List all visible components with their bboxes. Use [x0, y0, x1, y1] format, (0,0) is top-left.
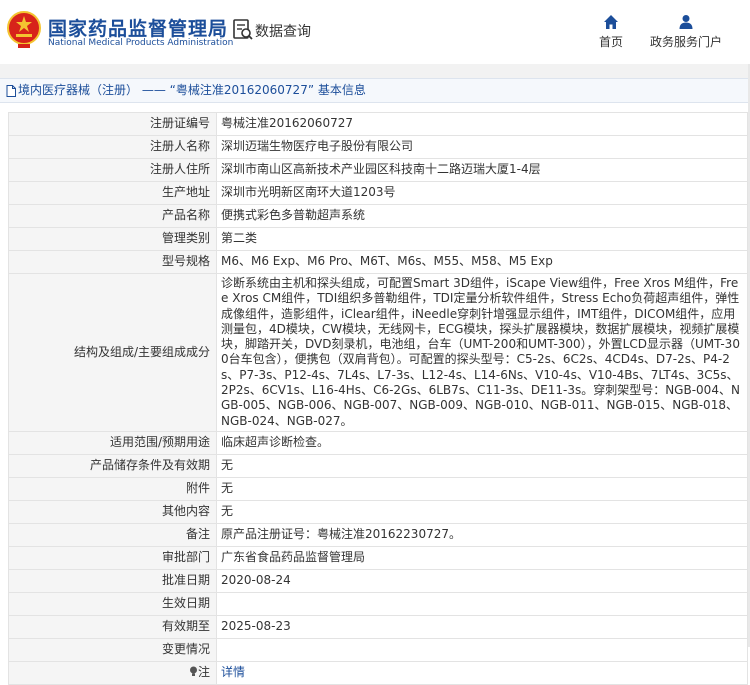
home-icon: [604, 15, 618, 29]
row-value: 便携式彩色多普勒超声系统: [216, 204, 748, 228]
data-query-icon[interactable]: [233, 19, 253, 41]
table-row: 注册人住所 深圳市南山区高新技术产业园区科技南十二路迈瑞大厦1-4层: [8, 158, 748, 182]
table-row: 注册人名称 深圳迈瑞生物医疗电子股份有限公司: [8, 135, 748, 159]
nav-services[interactable]: 政务服务门户: [648, 14, 724, 50]
row-value: 深圳市南山区高新技术产业园区科技南十二路迈瑞大厦1-4层: [216, 158, 748, 182]
user-icon: [679, 15, 693, 29]
row-value: M6、M6 Exp、M6 Pro、M6T、M6s、M55、M58、M5 Exp: [216, 250, 748, 274]
row-value: 临床超声诊断检查。: [216, 430, 748, 455]
row-label: 注册人住所: [8, 158, 217, 182]
row-value: 粤械注准20162060727: [216, 112, 748, 136]
row-value: 第二类: [216, 227, 748, 251]
header-divider: [0, 64, 750, 78]
row-value: 无: [216, 499, 748, 524]
row-value: 2025-08-23: [216, 614, 748, 639]
site-title: 国家药品监督管理局: [48, 18, 229, 40]
site-subtitle: National Medical Products Administration: [48, 38, 234, 48]
row-label: 附件: [8, 476, 217, 501]
row-value: 广东省食品药品监督管理局: [216, 545, 748, 570]
table-row: 有效期至 2025-08-23: [8, 614, 748, 639]
row-value: 深圳市光明新区南环大道1203号: [216, 181, 748, 205]
table-row: 结构及组成/主要组成成分 诊断系统由主机和探头组成，可配置Smart 3D组件，i…: [8, 273, 748, 432]
details-link[interactable]: 详情: [221, 665, 245, 679]
table-row: 批准日期 2020-08-24: [8, 568, 748, 593]
site-header: 国家药品监督管理局 National Medical Products Admi…: [0, 0, 750, 64]
table-row: 变更情况: [8, 637, 748, 662]
lightbulb-icon: [189, 666, 197, 677]
row-value: [216, 591, 748, 616]
nav-home[interactable]: 首页: [596, 14, 626, 50]
row-label: 生产地址: [8, 181, 217, 205]
row-label: 结构及组成/主要组成成分: [8, 273, 217, 432]
row-value: 诊断系统由主机和探头组成，可配置Smart 3D组件，iScape View组件…: [216, 273, 748, 432]
row-label: 产品名称: [8, 204, 217, 228]
row-label: 适用范围/预期用途: [8, 430, 217, 455]
row-label: 产品储存条件及有效期: [8, 453, 217, 478]
note-value: 详情: [216, 660, 748, 685]
row-value: 深圳迈瑞生物医疗电子股份有限公司: [216, 135, 748, 159]
nav-home-label: 首页: [598, 35, 623, 49]
national-emblem-icon: [7, 11, 41, 48]
table-row: 生产地址 深圳市光明新区南环大道1203号: [8, 181, 748, 205]
row-label: 型号规格: [8, 250, 217, 274]
note-label-text: 注: [197, 665, 210, 680]
row-label: 管理类别: [8, 227, 217, 251]
table-row: 管理类别 第二类: [8, 227, 748, 251]
document-icon: [6, 84, 16, 97]
row-label: 生效日期: [8, 591, 217, 616]
row-value: 原产品注册证号：粤械注准20162230727。: [216, 522, 748, 547]
row-label: 其他内容: [8, 499, 217, 524]
row-value: [216, 637, 748, 662]
row-label: 变更情况: [8, 637, 217, 662]
table-row: 附件无: [8, 476, 748, 501]
row-label: 有效期至: [8, 614, 217, 639]
table-row: 审批部门 广东省食品药品监督管理局: [8, 545, 748, 570]
row-value: 2020-08-24: [216, 568, 748, 593]
table-row: 生效日期: [8, 591, 748, 616]
data-query-link[interactable]: 数据查询: [255, 21, 311, 41]
detail-table: 注册证编号 粤械注准20162060727 注册人名称 深圳迈瑞生物医疗电子股份有限…: [8, 112, 748, 685]
nav-services-label: 政务服务门户: [649, 35, 722, 49]
table-row: 注册证编号 粤械注准20162060727: [8, 112, 748, 136]
table-row: 适用范围/预期用途 临床超声诊断检查。: [8, 430, 748, 455]
table-row: 备注 原产品注册证号：粤械注准20162230727。: [8, 522, 748, 547]
table-row-note: 注 详情: [8, 660, 748, 685]
row-label: 备注: [8, 522, 217, 547]
breadcrumb-text: 境内医疗器械（注册） —— “粤械注准20162060727” 基本信息: [18, 83, 366, 97]
row-label: 审批部门: [8, 545, 217, 570]
breadcrumb: 境内医疗器械（注册） —— “粤械注准20162060727” 基本信息: [0, 78, 750, 103]
row-value: 无: [216, 476, 748, 501]
table-row: 型号规格 M6、M6 Exp、M6 Pro、M6T、M6s、M55、M58、M5 …: [8, 250, 748, 274]
row-label: 注册人名称: [8, 135, 217, 159]
row-label: 注册证编号: [8, 112, 217, 136]
row-label: 批准日期: [8, 568, 217, 593]
row-value: 无: [216, 453, 748, 478]
table-row: 产品名称 便携式彩色多普勒超声系统: [8, 204, 748, 228]
note-label: 注: [8, 660, 217, 685]
table-row: 产品储存条件及有效期无: [8, 453, 748, 478]
table-row: 其他内容无: [8, 499, 748, 524]
